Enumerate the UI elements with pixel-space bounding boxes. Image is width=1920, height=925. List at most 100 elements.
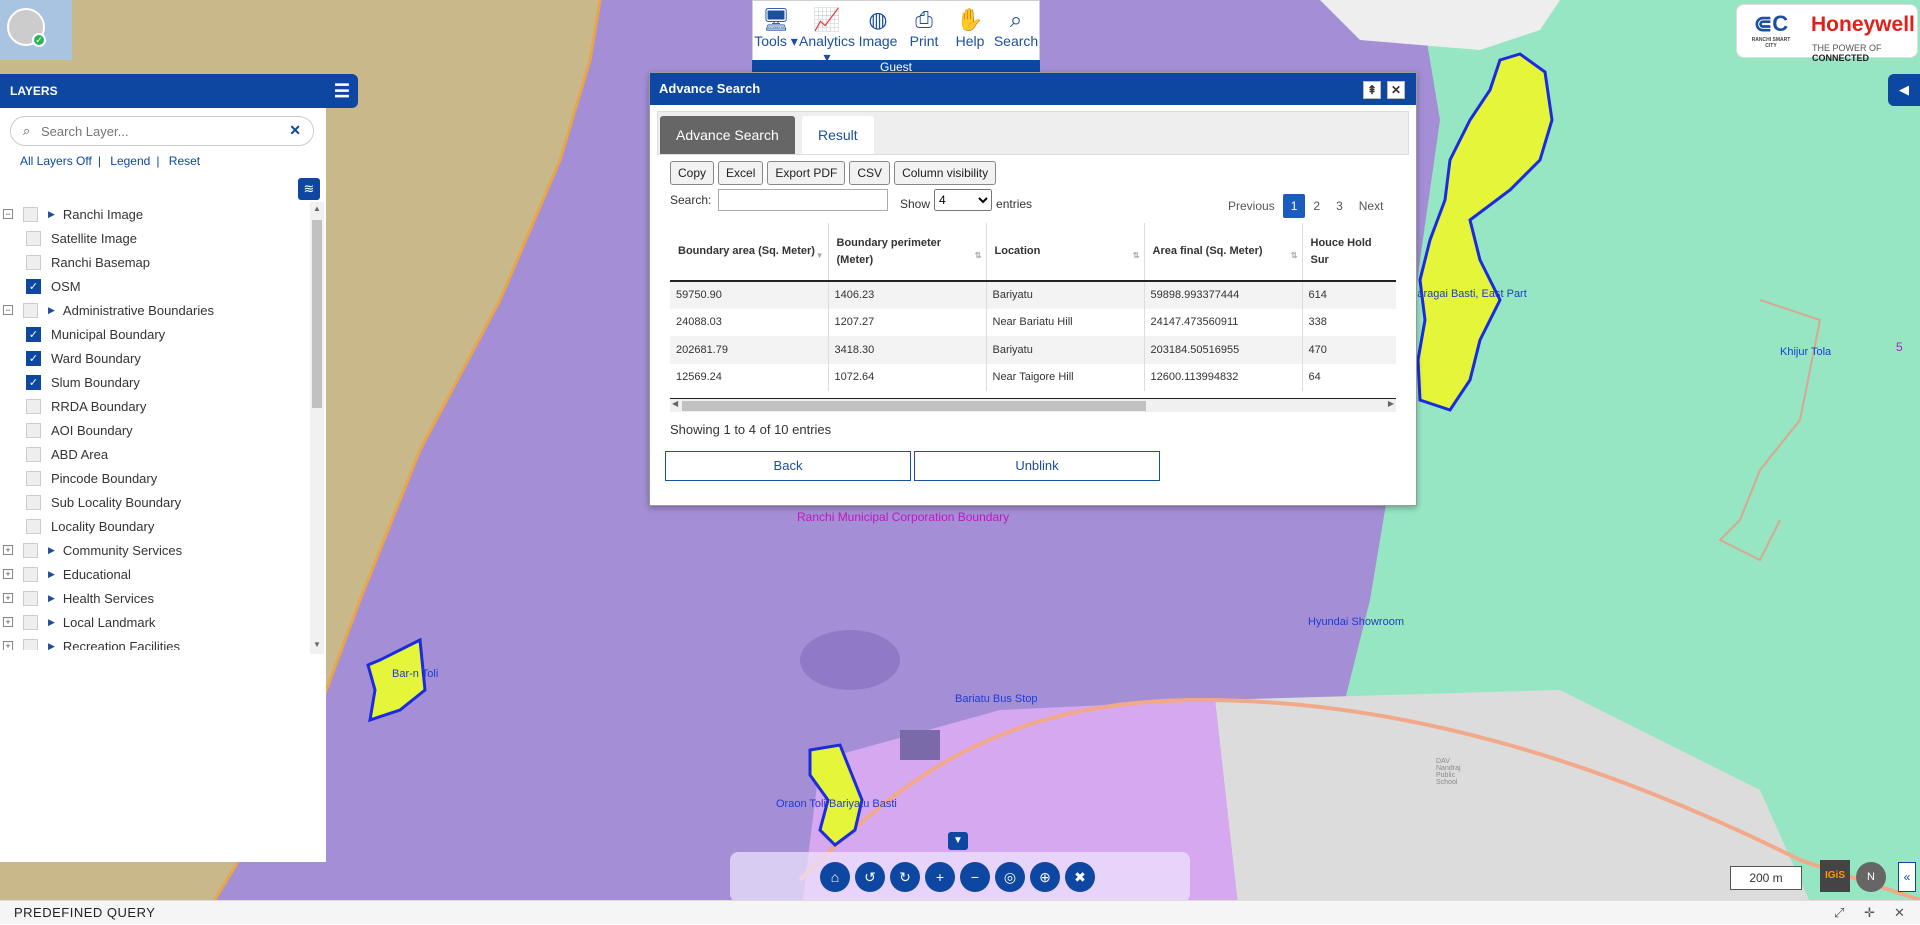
layer-item[interactable]: Ranchi Basemap: [0, 250, 150, 274]
layer-item[interactable]: RRDA Boundary: [0, 394, 146, 418]
layer-settings-icon[interactable]: ≋: [298, 178, 320, 200]
bottom-tools-toggle-icon[interactable]: ▼: [948, 832, 968, 850]
table-row[interactable]: 24088.03 1207.27 Near Bariatu Hill 24147.47…: [670, 308, 1396, 336]
close-icon[interactable]: ✕: [1387, 81, 1405, 99]
next-page-button[interactable]: Next: [1351, 194, 1392, 218]
close-panel-icon[interactable]: ✕: [1894, 901, 1905, 925]
expand-toggle-icon[interactable]: +: [3, 617, 13, 627]
layer-tree-scrollbar[interactable]: ▲ ▼: [310, 202, 324, 654]
layer-item[interactable]: ✓ Slum Boundary: [0, 370, 140, 394]
layers-stack-icon[interactable]: ☰: [334, 74, 350, 108]
compass-icon[interactable]: N: [1856, 862, 1886, 892]
clear-icon[interactable]: ✖: [1065, 862, 1095, 892]
layer-checkbox[interactable]: [26, 254, 41, 270]
pin-icon[interactable]: ⇞: [1363, 81, 1381, 99]
layer-checkbox[interactable]: [26, 398, 41, 414]
layer-checkbox[interactable]: ✓: [26, 326, 41, 342]
layer-checkbox[interactable]: [23, 566, 38, 582]
layer-group[interactable]: − ▶ Ranchi Image: [0, 202, 143, 226]
page-3-button[interactable]: 3: [1328, 194, 1351, 218]
expand-toggle-icon[interactable]: −: [3, 305, 13, 315]
column-header[interactable]: Boundary perimeter (Meter) ⇅: [828, 223, 987, 282]
layer-item[interactable]: Locality Boundary: [0, 514, 154, 538]
table-row[interactable]: 59750.90 1406.23 Bariyatu 59898.993377444 61…: [670, 281, 1396, 309]
layer-group[interactable]: + ▶ Community Services: [0, 538, 182, 562]
expand-toggle-icon[interactable]: +: [3, 593, 13, 603]
column-header[interactable]: Houce Hold Sur: [1302, 223, 1396, 282]
layer-checkbox[interactable]: [26, 422, 41, 438]
layer-group[interactable]: − ▶ Administrative Boundaries: [0, 298, 214, 322]
layer-checkbox[interactable]: [26, 470, 41, 486]
layer-checkbox[interactable]: [23, 542, 38, 558]
csv-button[interactable]: CSV: [849, 161, 891, 185]
layer-item[interactable]: ABD Area: [0, 442, 108, 466]
slum-boundary-west[interactable]: [366, 637, 427, 723]
page-1-button[interactable]: 1: [1282, 194, 1306, 218]
layer-checkbox[interactable]: ✓: [26, 374, 41, 390]
copy-button[interactable]: Copy: [670, 161, 715, 185]
layer-checkbox[interactable]: [26, 230, 41, 246]
layer-search-input[interactable]: [41, 122, 281, 140]
tab-result[interactable]: Result: [802, 116, 874, 154]
layer-group[interactable]: + ▶ Health Services: [0, 586, 154, 610]
zoom-in-icon[interactable]: +: [925, 862, 955, 892]
expand-icon[interactable]: ⤢: [1834, 901, 1845, 925]
layer-item[interactable]: ✓ Municipal Boundary: [0, 322, 165, 346]
page-2-button[interactable]: 2: [1305, 194, 1328, 218]
user-avatar[interactable]: ✓: [7, 8, 46, 47]
layer-checkbox[interactable]: [23, 590, 38, 606]
previous-page-button[interactable]: Previous: [1220, 194, 1283, 218]
column-header[interactable]: Location ⇅: [986, 223, 1145, 282]
caret-right-icon: ▶: [48, 616, 55, 627]
expand-toggle-icon[interactable]: −: [3, 209, 13, 219]
layer-group[interactable]: + ▶ Local Landmark: [0, 610, 155, 634]
layer-checkbox[interactable]: ✓: [26, 278, 41, 294]
layer-checkbox[interactable]: [26, 518, 41, 534]
reset-link[interactable]: Reset: [169, 154, 200, 168]
column-header[interactable]: Area final (Sq. Meter) ⇅: [1144, 223, 1303, 282]
locate-icon[interactable]: ⊕: [1030, 862, 1060, 892]
layer-item[interactable]: AOI Boundary: [0, 418, 133, 442]
expand-toggle-icon[interactable]: +: [3, 641, 13, 650]
excel-button[interactable]: Excel: [718, 161, 764, 185]
table-horizontal-scrollbar[interactable]: ◀ ▶: [670, 398, 1396, 412]
unblink-button[interactable]: Unblink: [914, 451, 1160, 481]
export-pdf-button[interactable]: Export PDF: [767, 161, 846, 185]
table-row[interactable]: 12569.24 1072.64 Near Taigore Hill 12600.11…: [670, 363, 1396, 391]
home-icon[interactable]: ⌂: [820, 862, 850, 892]
table-search-input[interactable]: [718, 189, 888, 211]
undo-icon[interactable]: ↺: [855, 862, 885, 892]
clear-search-icon[interactable]: ✕: [289, 122, 301, 139]
expand-toggle-icon[interactable]: +: [3, 569, 13, 579]
all-layers-off-link[interactable]: All Layers Off: [20, 154, 92, 168]
layer-checkbox[interactable]: [23, 302, 38, 318]
column-visibility-button[interactable]: Column visibility: [894, 161, 997, 185]
layer-checkbox[interactable]: [26, 494, 41, 510]
legend-link[interactable]: Legend: [110, 154, 150, 168]
layer-group[interactable]: + ▶ Recreation Facilities: [0, 634, 180, 650]
layer-checkbox[interactable]: ✓: [26, 350, 41, 366]
right-panel-toggle-button[interactable]: ◀: [1888, 74, 1920, 106]
layer-item[interactable]: Pincode Boundary: [0, 466, 157, 490]
predefined-query-bar[interactable]: PREDEFINED QUERY ⤢ ✛ ✕: [0, 900, 1920, 924]
layer-item[interactable]: ✓ Ward Boundary: [0, 346, 141, 370]
layer-group[interactable]: + ▶ Educational: [0, 562, 131, 586]
hide-icon[interactable]: ◎: [995, 862, 1025, 892]
layer-checkbox[interactable]: [23, 614, 38, 630]
tab-advance-search[interactable]: Advance Search: [660, 116, 795, 154]
layer-checkbox[interactable]: [23, 206, 38, 222]
layer-checkbox[interactable]: [26, 446, 41, 462]
back-button[interactable]: Back: [665, 451, 911, 481]
redo-icon[interactable]: ↻: [890, 862, 920, 892]
column-header[interactable]: Boundary area (Sq. Meter) ▼: [670, 223, 829, 282]
table-row[interactable]: 202681.79 3418.30 Bariyatu 203184.50516955 4…: [670, 336, 1396, 364]
layer-item[interactable]: Satellite Image: [0, 226, 137, 250]
layer-item[interactable]: Sub Locality Boundary: [0, 490, 181, 514]
collapse-icon[interactable]: «: [1898, 862, 1916, 892]
layer-item[interactable]: ✓ OSM: [0, 274, 81, 298]
layer-checkbox[interactable]: [23, 638, 38, 650]
entries-select[interactable]: 4: [934, 189, 993, 211]
move-icon[interactable]: ✛: [1864, 901, 1875, 925]
expand-toggle-icon[interactable]: +: [3, 545, 13, 555]
zoom-out-icon[interactable]: −: [960, 862, 990, 892]
